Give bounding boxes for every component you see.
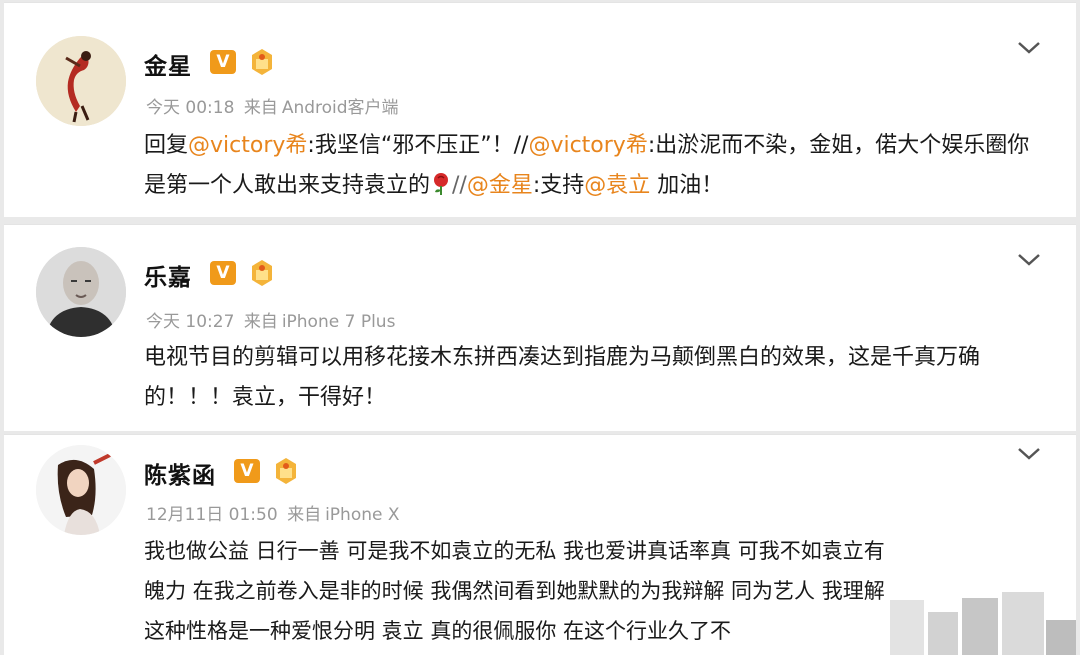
mention-link[interactable]: @victory希 xyxy=(188,133,307,158)
mention-link[interactable]: @金星 xyxy=(467,173,533,198)
weibo-feed: 金星 V 今天 00:18 来自 Android客户端 回复@victory希:我… xyxy=(0,0,1080,655)
post-body-line: 我也做公益 日行一善 可是我不如袁立的无私 我也爱讲真话率真 可我不如袁立有 xyxy=(144,539,885,563)
level-badge-icon xyxy=(248,258,276,288)
mention-link[interactable]: @袁立 xyxy=(584,173,650,198)
chevron-down-icon[interactable] xyxy=(1016,251,1042,269)
source-prefix: 来自 xyxy=(243,98,278,118)
watermark-pixel xyxy=(1002,592,1044,655)
source-prefix: 来自 xyxy=(243,312,278,332)
username[interactable]: 金星 xyxy=(144,47,192,81)
reply-label: 回复 xyxy=(144,133,189,158)
chevron-down-icon[interactable] xyxy=(1016,39,1042,57)
username[interactable]: 乐嘉 xyxy=(144,258,192,292)
watermark-pixel xyxy=(890,600,924,655)
post-meta: 今天 00:18 来自 Android客户端 xyxy=(146,93,403,118)
timestamp: 今天 10:27 xyxy=(146,312,235,332)
woman-avatar[interactable] xyxy=(36,445,126,535)
post-meta: 12月11日 01:50 来自 iPhone X xyxy=(146,500,404,525)
timestamp: 今天 00:18 xyxy=(146,98,235,118)
watermark-pixel xyxy=(1046,620,1076,655)
post-body: 电视节目的剪辑可以用移花接木东拼西凑达到指鹿为马颠倒黑白的效果，这是千真万确的！… xyxy=(144,345,981,410)
text-segment: // xyxy=(452,173,467,198)
post-card: 乐嘉 V 今天 10:27 来自 iPhone 7 Plus 电视节目的剪辑可以用… xyxy=(4,224,1076,431)
post-body: 回复@victory希:我坚信“邪不压正”！//@victory希:出淤泥而不染… xyxy=(144,126,1040,210)
verified-v-icon: V xyxy=(210,261,236,285)
bald-man-avatar[interactable] xyxy=(36,247,126,337)
post-meta: 今天 10:27 来自 iPhone 7 Plus xyxy=(146,307,399,332)
source-client: Android客户端 xyxy=(281,98,399,118)
level-badge-icon xyxy=(272,456,300,486)
username[interactable]: 陈紫函 xyxy=(144,456,216,490)
verified-v-icon: V xyxy=(210,50,236,74)
source-client: iPhone 7 Plus xyxy=(281,312,396,332)
chevron-down-icon[interactable] xyxy=(1016,445,1042,463)
watermark-pixel xyxy=(928,612,958,655)
watermark-pixel xyxy=(962,598,998,655)
text-segment: :我坚信“邪不压正”！// xyxy=(307,133,529,158)
post-card: 金星 V 今天 00:18 来自 Android客户端 回复@victory希:我… xyxy=(4,2,1076,217)
timestamp: 12月11日 01:50 xyxy=(146,505,278,525)
source-client: iPhone X xyxy=(325,505,400,525)
dancer-avatar[interactable] xyxy=(36,36,126,126)
text-segment: 加油！ xyxy=(650,173,724,198)
mention-link[interactable]: @victory希 xyxy=(528,133,647,158)
rose-emoji-icon xyxy=(430,170,452,210)
level-badge-icon xyxy=(248,47,276,77)
text-segment: :支持 xyxy=(532,173,585,198)
verified-v-icon: V xyxy=(234,459,260,483)
source-prefix: 来自 xyxy=(287,505,322,525)
